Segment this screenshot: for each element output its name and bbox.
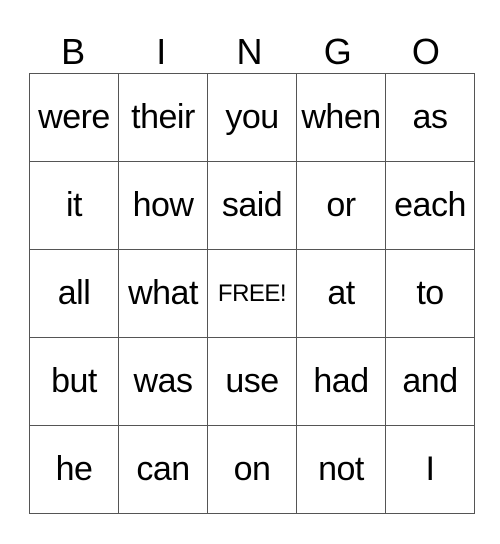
- header-letter-b: B: [61, 31, 86, 72]
- card-cell: were: [29, 73, 119, 162]
- card-cell: I: [385, 425, 475, 514]
- header-letter-g: G: [323, 31, 352, 72]
- card-row: were their you when as: [29, 73, 475, 162]
- bingo-card: were their you when as it how said or ea…: [29, 73, 475, 514]
- card-row: he can on not I: [29, 425, 475, 514]
- card-row: it how said or each: [29, 161, 475, 250]
- header-letter-i: I: [156, 31, 167, 72]
- card-cell: their: [118, 73, 208, 162]
- card-cell: you: [207, 73, 297, 162]
- card-cell: can: [118, 425, 208, 514]
- card-cell: when: [296, 73, 386, 162]
- card-cell: all: [29, 249, 119, 338]
- card-cell: and: [385, 337, 475, 426]
- card-cell: had: [296, 337, 386, 426]
- card-row: but was use had and: [29, 337, 475, 426]
- card-cell: on: [207, 425, 297, 514]
- card-cell: he: [29, 425, 119, 514]
- card-row: all what FREE! at to: [29, 249, 475, 338]
- free-space-cell: FREE!: [207, 249, 297, 338]
- card-cell: not: [296, 425, 386, 514]
- card-cell: it: [29, 161, 119, 250]
- header-letter-n: N: [236, 31, 263, 72]
- card-cell: what: [118, 249, 208, 338]
- card-cell: as: [385, 73, 475, 162]
- card-cell: to: [385, 249, 475, 338]
- card-cell: was: [118, 337, 208, 426]
- card-cell: use: [207, 337, 297, 426]
- header-letter-o: O: [411, 31, 440, 72]
- card-cell: at: [296, 249, 386, 338]
- card-cell: each: [385, 161, 475, 250]
- card-cell: said: [207, 161, 297, 250]
- card-cell: but: [29, 337, 119, 426]
- card-cell: or: [296, 161, 386, 250]
- bingo-header: B I N G O: [29, 30, 470, 73]
- card-cell: how: [118, 161, 208, 250]
